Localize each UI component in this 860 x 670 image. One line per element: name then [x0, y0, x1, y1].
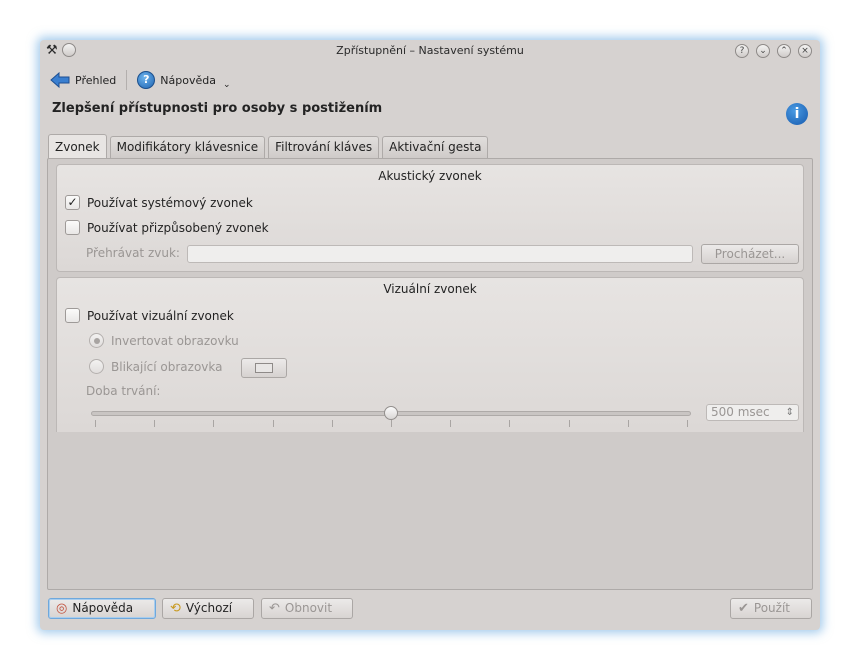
use-visual-bell-row[interactable]: Používat vizuální zvonek: [65, 308, 234, 323]
tab-keyboard-modifiers[interactable]: Modifikátory klávesnice: [109, 136, 266, 158]
use-visual-bell-checkbox[interactable]: [65, 308, 80, 323]
visual-bell-group: Vizuální zvonek Používat vizuální zvonek…: [56, 277, 804, 432]
use-custom-bell-row[interactable]: Používat přizpůsobený zvonek: [65, 220, 269, 235]
defaults-button-label: Výchozí: [185, 601, 233, 615]
slider-tick: [213, 420, 215, 427]
use-custom-bell-checkbox[interactable]: [65, 220, 80, 235]
reset-button-label: Obnovit: [284, 601, 333, 615]
flash-color-button[interactable]: [241, 358, 287, 378]
duration-spinbox[interactable]: 500 msec ⇕: [706, 404, 799, 421]
tab-bell-label: Zvonek: [55, 140, 100, 154]
use-system-bell-row[interactable]: ✓ Používat systémový zvonek: [65, 195, 253, 210]
play-sound-input[interactable]: [187, 245, 693, 263]
acoustic-bell-group: Akustický zvonek ✓ Používat systémový zv…: [56, 164, 804, 272]
flash-screen-label: Blikající obrazovka: [111, 359, 223, 374]
duration-label: Doba trvání:: [86, 384, 161, 398]
tab-activation-gestures-label: Aktivační gesta: [389, 140, 482, 154]
tab-bell[interactable]: Zvonek: [48, 134, 107, 158]
reset-button[interactable]: ↶ Obnovit: [261, 598, 353, 619]
browse-button[interactable]: Procházet...: [701, 244, 799, 264]
tab-pane-bell: Akustický zvonek ✓ Používat systémový zv…: [47, 158, 813, 590]
spinbox-arrows-icon[interactable]: ⇕: [786, 405, 794, 420]
slider-tick: [391, 420, 392, 427]
tab-keyboard-filters-label: Filtrování kláves: [275, 140, 373, 154]
close-icon[interactable]: ×: [798, 44, 812, 58]
use-system-bell-checkbox[interactable]: ✓: [65, 195, 80, 210]
invert-screen-label: Invertovat obrazovku: [111, 333, 239, 348]
slider-tick: [687, 420, 688, 427]
back-arrow-icon: [50, 72, 70, 88]
help-icon: ?: [137, 71, 156, 89]
tab-keyboard-modifiers-label: Modifikátory klávesnice: [116, 140, 259, 154]
help-button-label: Nápověda: [72, 601, 134, 615]
overview-label: Přehled: [75, 73, 117, 87]
maximize-icon[interactable]: ⌃: [777, 44, 791, 58]
apply-button-label: Použít: [753, 601, 790, 615]
slider-tick: [95, 420, 96, 427]
play-sound-label: Přehrávat zvuk:: [86, 246, 180, 260]
invert-screen-radio[interactable]: [89, 333, 104, 348]
help-toolbar-button[interactable]: ? Nápověda ⌄: [133, 70, 234, 90]
radio-selected-dot: [93, 337, 100, 344]
tab-keyboard-filters[interactable]: Filtrování kláves: [268, 136, 380, 158]
duration-slider-area: [57, 406, 805, 431]
slider-tick: [568, 420, 570, 427]
toolbar-separator: [126, 70, 128, 90]
help-button[interactable]: ◎ Nápověda: [48, 598, 156, 619]
tools-icon[interactable]: ⚒: [46, 43, 58, 58]
slider-tick: [154, 420, 156, 427]
checkmark-icon: ✔: [738, 601, 749, 616]
use-system-bell-label: Používat systémový zvonek: [87, 195, 253, 210]
slider-tick: [272, 420, 274, 427]
slider-tick: [509, 420, 511, 427]
apply-button[interactable]: ✔ Použít: [730, 598, 812, 619]
duration-value: 500 msec: [711, 405, 770, 419]
defaults-icon: ⟲: [170, 601, 181, 616]
title-bar: ⚒ Zpřístupnění – Nastavení systému ? ⌄ ⌃…: [40, 40, 820, 62]
info-icon[interactable]: i: [786, 103, 808, 125]
lifebuoy-icon: ◎: [56, 601, 68, 616]
use-custom-bell-label: Používat přizpůsobený zvonek: [87, 220, 269, 235]
help-toolbar-label: Nápověda: [160, 73, 216, 87]
settings-window: ⚒ Zpřístupnění – Nastavení systému ? ⌄ ⌃…: [40, 40, 820, 630]
toolbar: Přehled ? Nápověda ⌄: [46, 67, 235, 93]
slider-tick: [331, 420, 333, 427]
duration-slider-handle[interactable]: [384, 406, 398, 420]
slider-tick: [450, 420, 452, 427]
chevron-down-icon[interactable]: ⌄: [223, 80, 231, 90]
use-visual-bell-label: Používat vizuální zvonek: [87, 308, 234, 323]
minimize-icon[interactable]: ⌄: [756, 44, 770, 58]
flash-screen-radio[interactable]: [89, 359, 104, 374]
invert-screen-row[interactable]: Invertovat obrazovku: [89, 333, 239, 348]
flash-screen-row[interactable]: Blikající obrazovka: [89, 359, 223, 374]
window-title: Zpřístupnění – Nastavení systému: [336, 44, 524, 57]
page-title: Zlepšení přístupnosti pro osoby s postiž…: [52, 101, 383, 116]
undo-icon: ↶: [269, 601, 280, 616]
color-swatch: [255, 363, 273, 373]
acoustic-bell-title: Akustický zvonek: [378, 169, 482, 183]
overview-button[interactable]: Přehled: [46, 72, 120, 88]
slider-tick: [627, 420, 629, 427]
defaults-button[interactable]: ⟲ Výchozí: [162, 598, 254, 619]
tab-activation-gestures[interactable]: Aktivační gesta: [382, 136, 489, 158]
help-titlebar-icon[interactable]: ?: [735, 44, 749, 58]
tab-bar: Zvonek Modifikátory klávesnice Filtrován…: [48, 134, 489, 158]
menu-circle-icon[interactable]: [61, 43, 76, 57]
visual-bell-title: Vizuální zvonek: [383, 282, 477, 296]
